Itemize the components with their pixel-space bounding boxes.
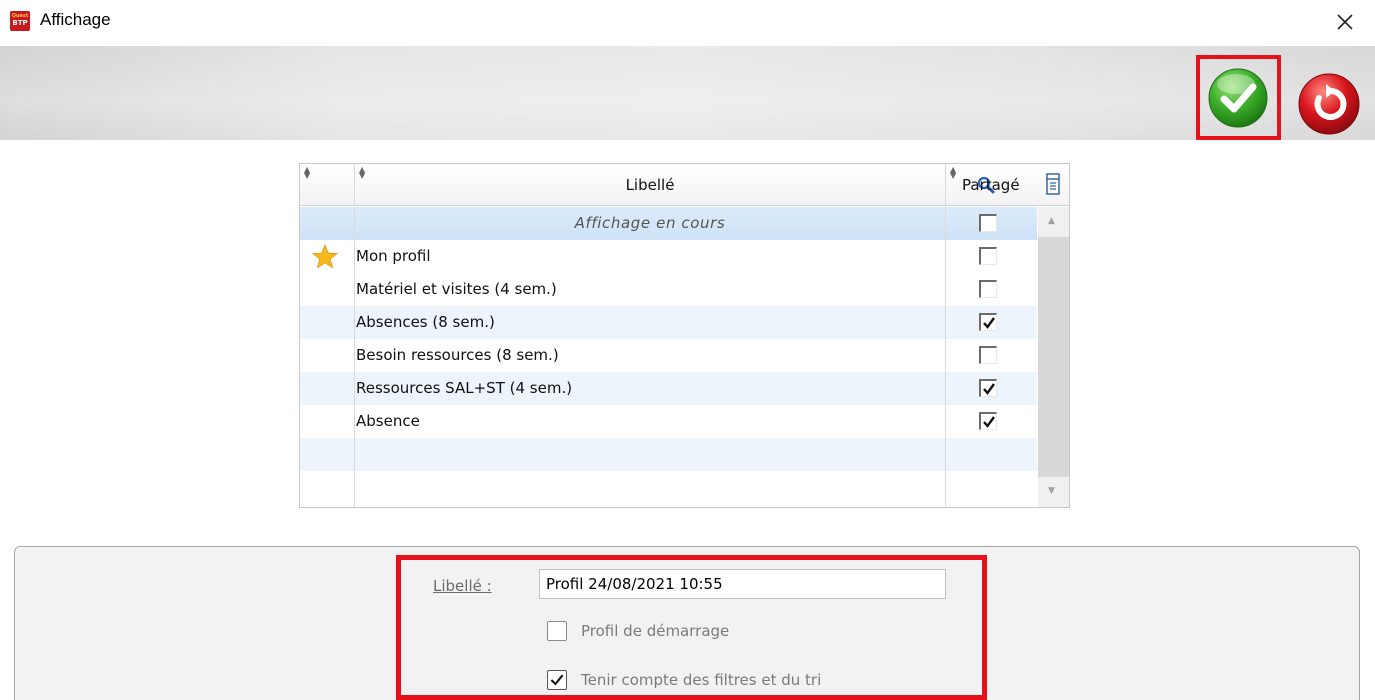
affichage-window: Quest BTP Affichage ▲ ▼ ▲ ▼ Libellé ▲ ▼ … (0, 0, 1375, 700)
scroll-down-button[interactable]: ▼ (1038, 477, 1069, 507)
column-separator (354, 207, 355, 507)
grid-header: ▲ ▼ ▲ ▼ Libellé ▲ ▼ Partagé (300, 164, 1069, 206)
app-logo: Quest BTP (10, 11, 30, 31)
checkmark-icon (983, 416, 995, 428)
header-libelle-label: Libellé (625, 176, 675, 194)
app-logo-bottom-text: BTP (12, 19, 28, 27)
shared-checkbox[interactable] (979, 412, 997, 430)
profiles-grid: ▲ ▼ ▲ ▼ Libellé ▲ ▼ Partagé Affichage en… (299, 163, 1070, 508)
row-label: Absences (8 sem.) (356, 313, 495, 331)
shared-checkbox[interactable] (979, 280, 997, 298)
grid-row[interactable]: Absences (8 sem.) (300, 306, 1037, 339)
sort-arrows-icon: ▲ ▼ (304, 165, 311, 180)
grid-body: Affichage en cours Mon profil Matériel e… (300, 207, 1069, 507)
checkmark-icon (983, 317, 995, 329)
title-bar: Quest BTP Affichage (0, 0, 1375, 46)
row-label: Ressources SAL+ST (4 sem.) (356, 379, 573, 397)
close-icon (1337, 14, 1353, 30)
grid-row[interactable]: Absence (300, 405, 1037, 438)
header-favorite-column[interactable]: ▲ ▼ (300, 164, 355, 206)
close-button[interactable] (1329, 6, 1361, 38)
header-partage-label: Partagé (962, 176, 1020, 194)
header-libelle-column[interactable]: ▲ ▼ Libellé (355, 164, 995, 206)
shared-checkbox[interactable] (979, 346, 997, 364)
row-label: Matériel et visites (4 sem.) (356, 280, 557, 298)
cancel-button[interactable] (1297, 72, 1361, 136)
shared-checkbox[interactable] (979, 214, 997, 232)
star-icon (312, 244, 338, 269)
sort-arrows-icon: ▲ ▼ (950, 165, 957, 180)
row-label: Absence (356, 412, 420, 430)
row-label: Mon profil (356, 247, 431, 265)
row-label: Affichage en cours (574, 214, 726, 232)
grid-row[interactable]: Affichage en cours (300, 207, 1037, 240)
grid-row-empty (300, 471, 1037, 504)
chevron-down-icon: ▼ (1048, 486, 1055, 496)
window-title: Affichage (40, 10, 111, 29)
toolbar-shade (0, 46, 1375, 140)
chevron-up-icon: ▲ (1048, 216, 1055, 226)
grid-row[interactable]: Besoin ressources (8 sem.) (300, 339, 1037, 372)
grid-row[interactable]: Ressources SAL+ST (4 sem.) (300, 372, 1037, 405)
shared-checkbox[interactable] (979, 247, 997, 265)
grid-row[interactable]: Matériel et visites (4 sem.) (300, 273, 1037, 306)
shared-checkbox[interactable] (979, 313, 997, 331)
validate-button[interactable] (1196, 55, 1281, 140)
toolbar (0, 46, 1375, 140)
scroll-up-button[interactable]: ▲ (1038, 207, 1069, 237)
checkmark-icon (983, 383, 995, 395)
column-separator (945, 207, 946, 507)
vertical-scrollbar[interactable]: ▲ ▼ (1038, 207, 1069, 507)
row-label: Besoin ressources (8 sem.) (356, 346, 559, 364)
undo-circle-icon (1298, 73, 1360, 135)
grid-row-empty (300, 438, 1037, 471)
highlight-box (396, 555, 987, 700)
shared-checkbox[interactable] (979, 379, 997, 397)
check-circle-icon (1208, 68, 1268, 128)
grid-row[interactable]: Mon profil (300, 240, 1037, 273)
columns-icon[interactable] (1045, 173, 1061, 195)
